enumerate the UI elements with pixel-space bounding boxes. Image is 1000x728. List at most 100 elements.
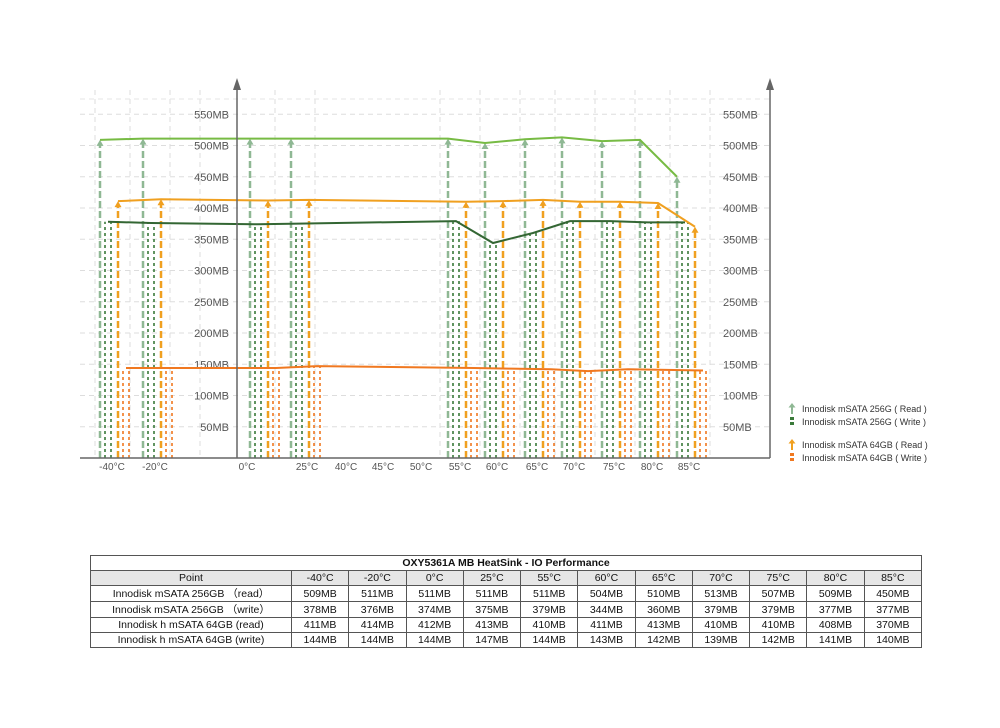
y-tick-label-right: 450MB bbox=[723, 172, 758, 184]
column-header: 0°C bbox=[405, 570, 464, 586]
legend-item: Innodisk mSATA 64GB ( Read ) bbox=[788, 438, 988, 451]
table-row: Innodisk mSATA 256GB （write） 378MB 376MB… bbox=[90, 601, 923, 618]
series-line bbox=[99, 136, 678, 178]
x-tick-label: 0°C bbox=[239, 462, 256, 473]
legend-swatch-dash bbox=[788, 416, 796, 427]
x-tick-label: 40°C bbox=[335, 462, 357, 473]
row-label: Innodisk h mSATA 64GB (write) bbox=[90, 632, 292, 648]
read-bar-arrowhead bbox=[691, 226, 699, 233]
table-cell: 410MB bbox=[749, 617, 808, 633]
table-cell: 140MB bbox=[863, 632, 923, 648]
legend-label: Innodisk mSATA 256G ( Read ) bbox=[802, 403, 927, 414]
table-cell: 370MB bbox=[863, 617, 923, 633]
legend-item: Innodisk mSATA 64GB ( Write ) bbox=[788, 451, 988, 464]
table-cell: 413MB bbox=[634, 617, 693, 633]
y-tick-label: 300MB bbox=[194, 266, 229, 278]
x-tick-label: 55°C bbox=[449, 462, 471, 473]
table-row: Innodisk mSATA 256GB （read） 509MB 511MB … bbox=[90, 585, 923, 602]
y-tick-label-right: 400MB bbox=[723, 203, 758, 215]
table-cell: 144MB bbox=[348, 632, 407, 648]
table-cell: 144MB bbox=[520, 632, 579, 648]
table-cell: 374MB bbox=[405, 601, 464, 618]
table-cell: 379MB bbox=[520, 601, 579, 618]
x-tick-label: 60°C bbox=[486, 462, 508, 473]
column-header: 80°C bbox=[806, 570, 865, 586]
x-tick-label: -20°C bbox=[142, 462, 168, 473]
table-cell: 377MB bbox=[863, 601, 923, 618]
x-tick-label: 25°C bbox=[296, 462, 318, 473]
legend-label: Innodisk mSATA 64GB ( Write ) bbox=[802, 452, 928, 463]
row-label: Innodisk mSATA 256GB （write） bbox=[90, 601, 292, 618]
table-cell: 511MB bbox=[462, 585, 522, 602]
column-header: -20°C bbox=[348, 570, 407, 586]
table-cell: 414MB bbox=[348, 617, 407, 633]
x-tick-label: 75°C bbox=[603, 462, 625, 473]
legend-swatch-dash bbox=[788, 452, 796, 463]
table-cell: 509MB bbox=[290, 585, 350, 602]
y-tick-label: 100MB bbox=[194, 391, 229, 403]
table-cell: 143MB bbox=[577, 632, 636, 648]
y-tick-label: 550MB bbox=[194, 109, 229, 121]
column-header: 60°C bbox=[577, 570, 636, 586]
table-header-row: Point -40°C -20°C 0°C 25°C 55°C 60°C 65°… bbox=[90, 570, 923, 586]
y-tick-label-right: 100MB bbox=[723, 391, 758, 403]
x-tick-label: 80°C bbox=[641, 462, 663, 473]
table-cell: 377MB bbox=[806, 601, 865, 618]
legend-item: Innodisk mSATA 256G ( Read ) bbox=[788, 402, 988, 415]
read-bar-arrowhead bbox=[114, 201, 122, 208]
y-tick-label-right: 350MB bbox=[723, 234, 758, 246]
legend-dash-icon bbox=[790, 453, 794, 461]
column-header: 25°C bbox=[462, 570, 522, 586]
legend-dash-icon bbox=[790, 417, 794, 425]
table-cell: 412MB bbox=[405, 617, 464, 633]
y-tick-label: 350MB bbox=[194, 234, 229, 246]
table-cell: 378MB bbox=[290, 601, 350, 618]
row-label: Innodisk h mSATA 64GB (read) bbox=[90, 617, 292, 633]
table-cell: 511MB bbox=[348, 585, 407, 602]
table-cell: 450MB bbox=[863, 585, 923, 602]
table-cell: 411MB bbox=[577, 617, 636, 633]
y-tick-label: 450MB bbox=[194, 172, 229, 184]
table-cell: 344MB bbox=[577, 601, 636, 618]
row-label: Innodisk mSATA 256GB （read） bbox=[90, 585, 292, 602]
table-cell: 410MB bbox=[691, 617, 751, 633]
table-cell: 507MB bbox=[749, 585, 808, 602]
table-cell: 147MB bbox=[462, 632, 522, 648]
y-tick-label: 150MB bbox=[194, 359, 229, 371]
y-tick-label: 250MB bbox=[194, 297, 229, 309]
table-cell: 141MB bbox=[806, 632, 865, 648]
table-cell: 408MB bbox=[806, 617, 865, 633]
table-cell: 413MB bbox=[462, 617, 522, 633]
table-cell: 511MB bbox=[520, 585, 579, 602]
y-tick-label: 400MB bbox=[194, 203, 229, 215]
chart-legend: Innodisk mSATA 256G ( Read ) Innodisk mS… bbox=[788, 402, 988, 464]
y-axis-left-arrow bbox=[233, 78, 241, 90]
y-tick-label: 500MB bbox=[194, 141, 229, 153]
column-header: 65°C bbox=[634, 570, 693, 586]
point-header: Point bbox=[90, 570, 292, 586]
legend-swatch-arrow bbox=[788, 439, 796, 450]
table-cell: 142MB bbox=[634, 632, 693, 648]
y-tick-label: 200MB bbox=[194, 328, 229, 340]
y-axis-right-arrow bbox=[766, 78, 774, 90]
y-tick-label-right: 250MB bbox=[723, 297, 758, 309]
table-cell: 504MB bbox=[577, 585, 636, 602]
table-cell: 411MB bbox=[290, 617, 350, 633]
x-tick-label: -40°C bbox=[99, 462, 125, 473]
x-tick-label: 50°C bbox=[410, 462, 432, 473]
table-cell: 410MB bbox=[520, 617, 579, 633]
y-tick-label-right: 50MB bbox=[723, 422, 752, 434]
x-tick-label: 85°C bbox=[678, 462, 700, 473]
legend-label: Innodisk mSATA 256G ( Write ) bbox=[802, 416, 927, 427]
table-title: OXY5361A MB HeatSink - IO Performance bbox=[90, 555, 922, 571]
column-header: 70°C bbox=[691, 570, 751, 586]
table-cell: 379MB bbox=[749, 601, 808, 618]
y-tick-label-right: 550MB bbox=[723, 109, 758, 121]
column-header: 55°C bbox=[520, 570, 579, 586]
y-tick-label: 50MB bbox=[200, 422, 229, 434]
y-tick-label-right: 500MB bbox=[723, 141, 758, 153]
table-cell: 142MB bbox=[749, 632, 808, 648]
table-cell: 360MB bbox=[634, 601, 693, 618]
legend-label: Innodisk mSATA 64GB ( Read ) bbox=[802, 439, 928, 450]
table-cell: 379MB bbox=[691, 601, 751, 618]
